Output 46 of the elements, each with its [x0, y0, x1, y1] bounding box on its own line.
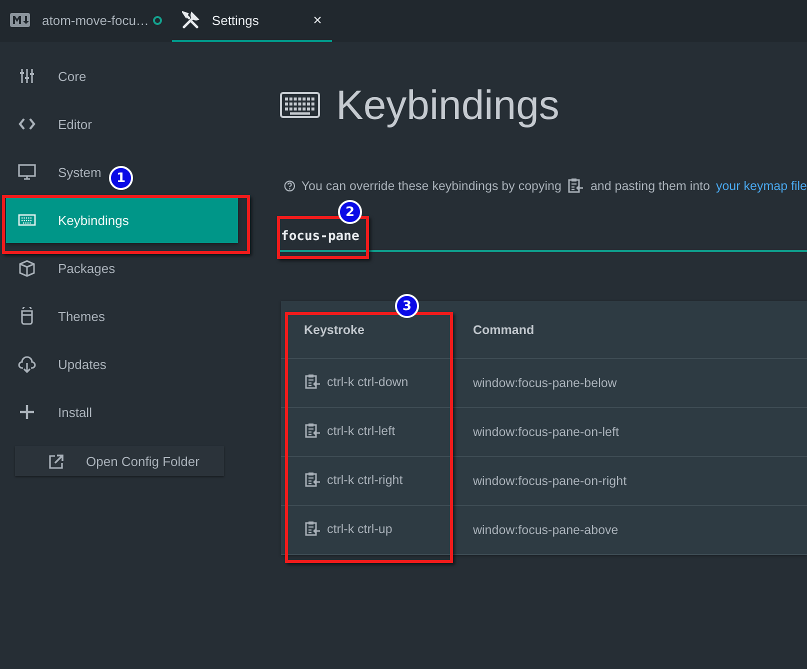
keystroke-text: ctrl-k ctrl-down: [327, 374, 408, 388]
step-number: 3: [395, 294, 419, 318]
sidebar-item[interactable]: Editor: [6, 101, 98, 147]
copy-icon: [304, 471, 321, 488]
sidebar-item[interactable]: Themes: [6, 293, 111, 339]
sidebar-item[interactable]: Install: [6, 389, 98, 435]
editor-tab[interactable]: Settings ×: [172, 0, 332, 42]
cloud-download-icon: [18, 355, 36, 373]
keymap-link[interactable]: your keymap file: [716, 178, 807, 192]
sidebar-item[interactable]: Updates: [6, 341, 112, 387]
monitor-icon: [18, 163, 36, 181]
sidebar-item[interactable]: System: [6, 149, 108, 195]
close-tab-button[interactable]: ×: [313, 12, 322, 28]
command-cell: window:focus-pane-on-left: [452, 408, 807, 456]
keystroke-text: ctrl-k ctrl-right: [327, 472, 403, 486]
editor-tab[interactable]: atom-move-focu…: [0, 0, 172, 42]
sidebar-item[interactable]: Packages: [6, 245, 122, 291]
sidebar-item[interactable]: Keybindings: [6, 197, 238, 243]
tab-title: atom-move-focu…: [42, 12, 149, 28]
clipboard-icon: [567, 177, 584, 194]
copy-icon: [304, 422, 321, 439]
copy-icon: [304, 520, 321, 537]
plus-icon: [18, 403, 36, 421]
keystroke-text: ctrl-k ctrl-left: [327, 424, 396, 438]
page-title: Keybindings: [336, 82, 560, 128]
tools-icon: [182, 11, 200, 29]
search-field[interactable]: focus-pane: [280, 226, 364, 247]
help-icon: [284, 178, 296, 192]
keystroke-text: ctrl-k ctrl-up: [327, 522, 392, 536]
open-config-folder-button[interactable]: Open Config Folder: [15, 446, 224, 476]
step-number: 2: [338, 200, 362, 224]
sliders-icon: [18, 67, 36, 85]
external-link-icon: [49, 454, 64, 468]
paint-bucket-icon: [18, 307, 36, 325]
markdown-icon: [10, 13, 30, 27]
sidebar-item[interactable]: Core: [6, 53, 92, 99]
copy-icon: [304, 373, 321, 390]
step-number: 1: [109, 166, 133, 190]
column-header[interactable]: Command: [452, 301, 807, 358]
command-cell: window:focus-pane-above: [452, 506, 807, 554]
tab-title: Settings: [212, 12, 259, 28]
info-text: You can override these keybindings by copying and pasting them into your keymap file: [301, 177, 807, 194]
command-cell: window:focus-pane-below: [452, 358, 807, 408]
package-icon: [18, 259, 36, 277]
keyboard-icon: [280, 92, 320, 118]
command-cell: window:focus-pane-on-right: [452, 456, 807, 506]
